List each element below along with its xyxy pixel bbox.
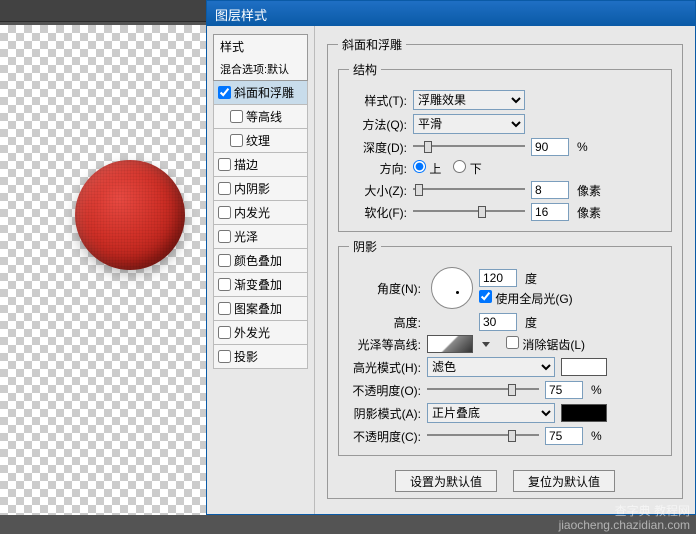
size-input[interactable] bbox=[531, 181, 569, 199]
make-default-button[interactable]: 设置为默认值 bbox=[395, 470, 497, 492]
highlight-opacity-slider[interactable] bbox=[427, 383, 539, 397]
angle-label: 角度(N): bbox=[349, 280, 421, 297]
sidebar-checkbox-7[interactable] bbox=[218, 254, 231, 267]
canvas bbox=[0, 25, 206, 515]
sidebar-item-label: 纹理 bbox=[246, 132, 270, 149]
soften-unit: 像素 bbox=[577, 204, 601, 221]
structure-group: 结构 样式(T): 浮雕效果 方法(Q): 平滑 深度(D): % bbox=[338, 61, 672, 232]
angle-dial[interactable] bbox=[431, 267, 473, 309]
sidebar-item-5[interactable]: 内发光 bbox=[213, 201, 308, 225]
bevel-group: 斜面和浮雕 结构 样式(T): 浮雕效果 方法(Q): 平滑 深度(D): bbox=[327, 36, 683, 499]
contour-label: 光泽等高线: bbox=[349, 336, 421, 353]
sidebar-item-label: 斜面和浮雕 bbox=[234, 84, 294, 101]
red-sphere-layer bbox=[75, 160, 185, 270]
depth-label: 深度(D): bbox=[349, 139, 407, 156]
depth-slider[interactable] bbox=[413, 140, 525, 154]
sidebar-item-2[interactable]: 纹理 bbox=[213, 129, 308, 153]
shadow-mode-label: 阴影模式(A): bbox=[349, 405, 421, 422]
depth-unit: % bbox=[577, 140, 588, 154]
highlight-mode-select[interactable]: 滤色 bbox=[427, 357, 555, 377]
shadow-opacity-input[interactable] bbox=[545, 427, 583, 445]
sidebar-item-4[interactable]: 内阴影 bbox=[213, 177, 308, 201]
shading-legend: 阴影 bbox=[349, 238, 381, 255]
angle-unit: 度 bbox=[525, 270, 537, 287]
sidebar-item-label: 投影 bbox=[234, 348, 258, 365]
sidebar-item-label: 内阴影 bbox=[234, 180, 270, 197]
direction-down-radio[interactable]: 下 bbox=[453, 160, 481, 177]
size-label: 大小(Z): bbox=[349, 182, 407, 199]
contour-picker[interactable] bbox=[427, 335, 473, 353]
sidebar-checkbox-8[interactable] bbox=[218, 278, 231, 291]
sidebar-item-9[interactable]: 图案叠加 bbox=[213, 297, 308, 321]
sidebar-checkbox-9[interactable] bbox=[218, 302, 231, 315]
highlight-opacity-unit: % bbox=[591, 383, 602, 397]
highlight-opacity-input[interactable] bbox=[545, 381, 583, 399]
sidebar-item-label: 外发光 bbox=[234, 324, 270, 341]
depth-input[interactable] bbox=[531, 138, 569, 156]
sidebar-item-label: 描边 bbox=[234, 156, 258, 173]
sidebar-item-10[interactable]: 外发光 bbox=[213, 321, 308, 345]
sidebar-checkbox-6[interactable] bbox=[218, 230, 231, 243]
altitude-input[interactable] bbox=[479, 313, 517, 331]
sidebar-checkbox-5[interactable] bbox=[218, 206, 231, 219]
sidebar-item-0[interactable]: 斜面和浮雕 bbox=[213, 81, 308, 105]
chevron-down-icon[interactable] bbox=[482, 342, 490, 347]
sidebar-item-11[interactable]: 投影 bbox=[213, 345, 308, 369]
highlight-mode-label: 高光模式(H): bbox=[349, 359, 421, 376]
soften-slider[interactable] bbox=[413, 205, 525, 219]
soften-input[interactable] bbox=[531, 203, 569, 221]
shadow-color-swatch[interactable] bbox=[561, 404, 607, 422]
technique-label: 方法(Q): bbox=[349, 116, 407, 133]
altitude-unit: 度 bbox=[525, 314, 537, 331]
size-unit: 像素 bbox=[577, 182, 601, 199]
style-select[interactable]: 浮雕效果 bbox=[413, 90, 525, 110]
sidebar-checkbox-4[interactable] bbox=[218, 182, 231, 195]
structure-legend: 结构 bbox=[349, 61, 381, 78]
shadow-opacity-slider[interactable] bbox=[427, 429, 539, 443]
sidebar-item-label: 内发光 bbox=[234, 204, 270, 221]
sidebar-header: 样式 bbox=[213, 34, 308, 58]
size-slider[interactable] bbox=[413, 183, 525, 197]
sidebar-checkbox-10[interactable] bbox=[218, 326, 231, 339]
angle-input[interactable] bbox=[479, 269, 517, 287]
shading-group: 阴影 角度(N): 度 使用全局光(G) 高度: bbox=[338, 238, 672, 456]
sidebar-item-label: 颜色叠加 bbox=[234, 252, 282, 269]
style-label: 样式(T): bbox=[349, 92, 407, 109]
sidebar-item-1[interactable]: 等高线 bbox=[213, 105, 308, 129]
soften-label: 软化(F): bbox=[349, 204, 407, 221]
direction-label: 方向: bbox=[349, 160, 407, 177]
layer-style-dialog: 图层样式 样式 混合选项:默认 斜面和浮雕等高线纹理描边内阴影内发光光泽颜色叠加… bbox=[206, 0, 696, 515]
shadow-opacity-label: 不透明度(C): bbox=[349, 428, 421, 445]
highlight-opacity-label: 不透明度(O): bbox=[349, 382, 421, 399]
direction-up-radio[interactable]: 上 bbox=[413, 160, 441, 177]
shadow-opacity-unit: % bbox=[591, 429, 602, 443]
sidebar-item-3[interactable]: 描边 bbox=[213, 153, 308, 177]
sidebar-item-6[interactable]: 光泽 bbox=[213, 225, 308, 249]
reset-default-button[interactable]: 复位为默认值 bbox=[513, 470, 615, 492]
sidebar-checkbox-2[interactable] bbox=[230, 134, 243, 147]
sidebar-item-label: 等高线 bbox=[246, 108, 282, 125]
blend-options[interactable]: 混合选项:默认 bbox=[213, 58, 308, 81]
sidebar-checkbox-1[interactable] bbox=[230, 110, 243, 123]
dialog-title: 图层样式 bbox=[207, 1, 695, 26]
watermark: 查字典 教程网 jiaocheng.chazidian.com bbox=[559, 504, 690, 532]
bevel-legend: 斜面和浮雕 bbox=[338, 36, 406, 53]
highlight-color-swatch[interactable] bbox=[561, 358, 607, 376]
styles-sidebar: 样式 混合选项:默认 斜面和浮雕等高线纹理描边内阴影内发光光泽颜色叠加渐变叠加图… bbox=[207, 26, 315, 514]
sidebar-checkbox-11[interactable] bbox=[218, 350, 231, 363]
sidebar-checkbox-0[interactable] bbox=[218, 86, 231, 99]
global-light-checkbox[interactable]: 使用全局光(G) bbox=[479, 292, 573, 306]
sidebar-item-7[interactable]: 颜色叠加 bbox=[213, 249, 308, 273]
sidebar-item-label: 渐变叠加 bbox=[234, 276, 282, 293]
sidebar-item-label: 光泽 bbox=[234, 228, 258, 245]
altitude-label: 高度: bbox=[349, 314, 421, 331]
sidebar-item-label: 图案叠加 bbox=[234, 300, 282, 317]
technique-select[interactable]: 平滑 bbox=[413, 114, 525, 134]
antialias-checkbox[interactable]: 消除锯齿(L) bbox=[506, 336, 585, 353]
sidebar-item-8[interactable]: 渐变叠加 bbox=[213, 273, 308, 297]
sidebar-checkbox-3[interactable] bbox=[218, 158, 231, 171]
shadow-mode-select[interactable]: 正片叠底 bbox=[427, 403, 555, 423]
dialog-content: 斜面和浮雕 结构 样式(T): 浮雕效果 方法(Q): 平滑 深度(D): bbox=[315, 26, 695, 514]
